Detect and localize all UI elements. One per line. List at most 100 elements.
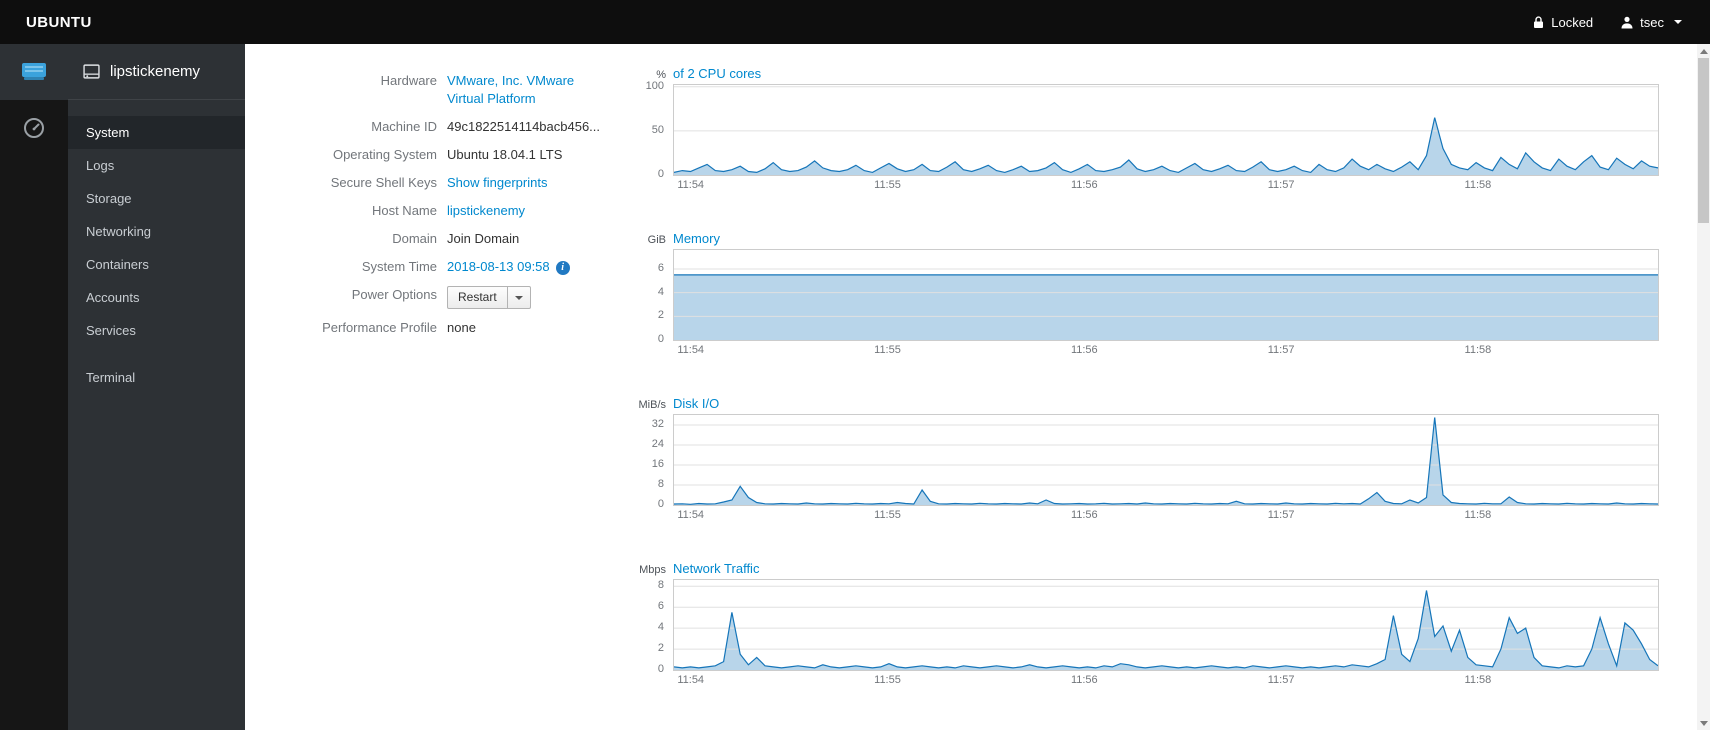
info-row-secure-shell-keys: Secure Shell Keys Show fingerprints (301, 174, 631, 192)
info-text: none (447, 320, 476, 335)
power-options-group: Restart (447, 286, 531, 309)
sidebar-item-system[interactable]: System (68, 116, 245, 149)
chart-y-axis: 0 50 100 (601, 80, 673, 180)
triangle-up-icon (1699, 48, 1708, 54)
x-tick-label: 11:56 (1070, 509, 1098, 521)
chart-y-axis: 0246 (601, 249, 673, 345)
chart-x-axis: 11:54 11:55 11:56 11:57 11:58 (601, 674, 1671, 690)
info-value: Restart (447, 286, 607, 309)
info-label: Performance Profile (322, 320, 437, 335)
chart-x-axis: 11:54 11:55 11:56 11:57 11:58 (601, 344, 1671, 360)
chart-memory: GiB Memory 0 2 4 6 11:54 11:55 11:56 11:57 11:58 (601, 231, 1671, 360)
chart-title-link[interactable]: Network Traffic (673, 561, 759, 576)
app-dashboard-icon[interactable] (0, 100, 68, 156)
x-tick-label: 11:56 (1070, 179, 1098, 191)
chart-unit-label: MiB/s (638, 399, 667, 411)
x-tick-label: 11:58 (1464, 179, 1492, 191)
user-menu[interactable]: tsec (1621, 15, 1682, 30)
info-label: System Time (361, 259, 437, 274)
restart-button[interactable]: Restart (447, 286, 508, 309)
chevron-down-icon (1674, 20, 1682, 24)
locked-indicator[interactable]: Locked (1533, 15, 1593, 30)
main-layout: lipstickenemy System Logs Storage Networkin… (0, 44, 1710, 730)
app-server-icon[interactable] (0, 44, 68, 100)
info-label: Hardware (380, 73, 437, 88)
x-tick-label: 11:55 (874, 509, 901, 521)
chart-x-axis: 11:54 11:55 11:56 11:57 11:58 (601, 509, 1671, 525)
system-info: Hardware VMware, Inc. VMware Virtual Plat… (301, 72, 631, 347)
info-link[interactable]: VMware, Inc. VMware Virtual Platform (447, 73, 574, 106)
chart-plot-area (673, 84, 1659, 176)
sidebar-item-logs[interactable]: Logs (68, 149, 245, 182)
chart-title-link[interactable]: Disk I/O (673, 396, 719, 411)
x-tick-label: 11:55 (874, 344, 901, 356)
info-row-system-time: System Time 2018-08-13 09:58 i (301, 258, 631, 276)
scrollbar-thumb[interactable] (1698, 58, 1709, 223)
info-row-power-options: Power Options Restart (301, 286, 631, 309)
sidebar-menu: System Logs Storage Networking Containers Acc… (68, 100, 245, 347)
x-tick-label: 11:58 (1464, 509, 1492, 521)
info-label: Machine ID (371, 119, 437, 134)
scroll-up-arrow[interactable] (1697, 44, 1710, 58)
x-tick-label: 11:54 (677, 674, 705, 686)
chart-disk-i-o: MiB/s Disk I/O 0 8 16 24 32 11:54 11:55 11:56 11:5… (601, 396, 1671, 525)
info-row-performance-profile: Performance Profile none (301, 319, 631, 337)
sidebar-item-terminal[interactable]: Terminal (68, 361, 245, 394)
x-tick-label: 11:57 (1267, 179, 1295, 191)
y-tick-label: 16 (651, 458, 664, 470)
info-link[interactable]: 2018-08-13 09:58 (447, 259, 550, 274)
y-tick-label: 32 (651, 418, 664, 430)
app-switcher (0, 44, 68, 730)
topbar-right: Locked tsec (1533, 15, 1710, 30)
chart-y-axis: 0 8 16 24 32 (601, 414, 673, 510)
x-tick-label: 11:55 (874, 674, 901, 686)
chevron-down-icon (514, 295, 523, 300)
sidebar-item-services[interactable]: Services (68, 314, 245, 347)
sidebar-item-storage[interactable]: Storage (68, 182, 245, 215)
y-tick-label: 2 (657, 309, 664, 322)
info-value: Ubuntu 18.04.1 LTS (447, 146, 607, 164)
chart-title-link[interactable]: of 2 CPU cores (673, 66, 761, 81)
info-label: Operating System (332, 147, 437, 162)
sidebar-tools: Terminal (68, 361, 245, 394)
sidebar-item-accounts[interactable]: Accounts (68, 281, 245, 314)
chart-header: % of 2 CPU cores (601, 66, 1671, 84)
chart-unit-label: GiB (647, 234, 666, 246)
info-text: 49c1822514114bacb456... (447, 119, 601, 134)
triangle-down-icon (1699, 720, 1708, 726)
info-link[interactable]: Show fingerprints (447, 175, 547, 190)
x-tick-label: 11:56 (1070, 674, 1098, 686)
info-icon[interactable]: i (555, 260, 570, 275)
y-tick-label: 2 (657, 642, 664, 655)
scroll-down-arrow[interactable] (1697, 716, 1710, 730)
y-tick-label: 50 (651, 123, 664, 136)
charts-panel: % of 2 CPU cores 0 50 100 11:54 11:55 11:56 11:5… (601, 66, 1671, 726)
y-tick-label: 100 (645, 79, 664, 92)
chart-plot-area (673, 579, 1659, 671)
info-link[interactable]: lipstickenemy (447, 203, 525, 218)
info-label: Secure Shell Keys (330, 175, 437, 190)
info-row-host-name: Host Name lipstickenemy (301, 202, 631, 220)
scrollbar[interactable] (1697, 44, 1710, 730)
y-tick-label: 24 (651, 438, 664, 450)
info-value: 49c1822514114bacb456... (447, 118, 607, 136)
chart-network-traffic: Mbps Network Traffic 0 2 4 6 8 11:54 11:55 11:56 1… (601, 561, 1671, 690)
chart-x-axis: 11:54 11:55 11:56 11:57 11:58 (601, 179, 1671, 195)
info-value: VMware, Inc. VMware Virtual Platform (447, 72, 607, 108)
x-tick-label: 11:57 (1267, 509, 1295, 521)
x-tick-label: 11:54 (677, 509, 705, 521)
brand-logo: UBUNTU (26, 13, 92, 31)
chart-y-axis: 02468 (601, 579, 673, 675)
chart-title-link[interactable]: Memory (673, 231, 720, 246)
host-header[interactable]: lipstickenemy (68, 44, 245, 100)
user-name: tsec (1640, 14, 1664, 30)
info-row-operating-system: Operating System Ubuntu 18.04.1 LTS (301, 146, 631, 164)
info-value: Show fingerprints (447, 174, 607, 192)
x-tick-label: 11:58 (1464, 344, 1492, 356)
sidebar-item-containers[interactable]: Containers (68, 248, 245, 281)
chart-unit-label: Mbps (639, 564, 666, 576)
restart-dropdown-toggle[interactable] (506, 286, 531, 309)
x-tick-label: 11:56 (1070, 344, 1098, 356)
sidebar-item-networking[interactable]: Networking (68, 215, 245, 248)
x-tick-label: 11:58 (1464, 674, 1492, 686)
